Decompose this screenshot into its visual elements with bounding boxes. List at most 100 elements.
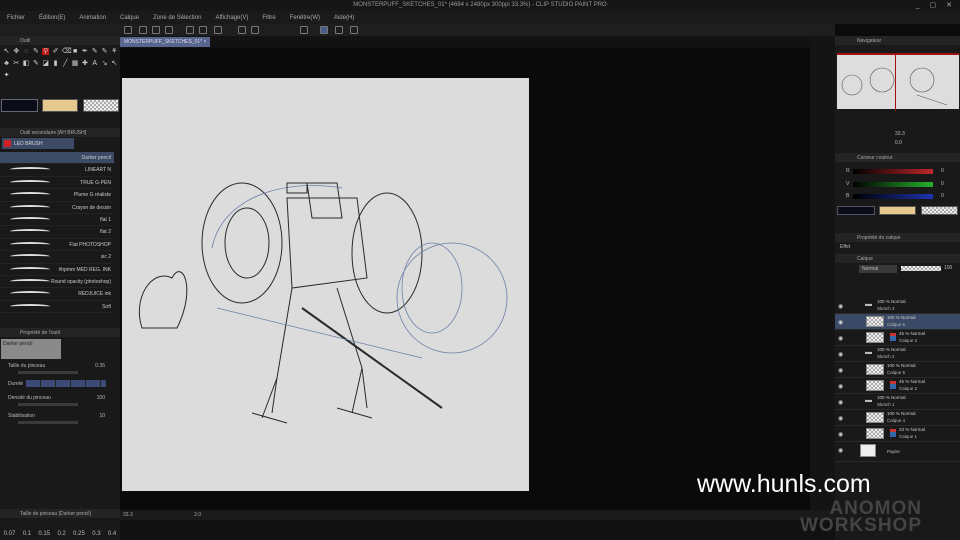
nav-zoom[interactable]: 33.3: [895, 131, 905, 137]
visibility-eye-icon[interactable]: ◉: [838, 415, 843, 422]
brush-size-preset[interactable]: 0.3: [92, 531, 100, 537]
panel-transparent-color[interactable]: [921, 206, 958, 215]
tool-icon[interactable]: ✎: [101, 48, 108, 55]
property-slider[interactable]: [26, 380, 106, 387]
tool-icon[interactable]: ✒: [81, 48, 88, 55]
menu-item[interactable]: Calque: [120, 15, 139, 21]
toolbar-icon[interactable]: [335, 26, 343, 34]
transparent-color-swatch[interactable]: [83, 99, 119, 112]
tool-icon[interactable]: ✚: [81, 60, 88, 67]
brush-size-preset[interactable]: 0.1: [23, 531, 31, 537]
angle-readout[interactable]: 2.0: [194, 512, 201, 518]
navigator-preview[interactable]: [837, 53, 959, 111]
tool-icon[interactable]: ╱: [62, 60, 69, 67]
vertical-scrollbar[interactable]: [810, 36, 835, 511]
visibility-eye-icon[interactable]: ◉: [838, 431, 843, 438]
brush-item[interactable]: flat 1: [0, 214, 114, 227]
brush-item[interactable]: LINEART N: [0, 164, 114, 177]
channel-value[interactable]: 0: [941, 193, 944, 199]
toolbar-icon[interactable]: [165, 26, 173, 34]
canvas-paper[interactable]: [122, 78, 529, 491]
tool-icon[interactable]: ♣: [3, 60, 10, 67]
brush-group-tab[interactable]: LED BRUSH: [2, 138, 74, 149]
layer-row[interactable]: ◉ 100 % Normal Calque 5: [835, 362, 960, 378]
toolbar-icon[interactable]: [238, 26, 246, 34]
panel-main-color[interactable]: [837, 206, 875, 215]
toolbar-icon[interactable]: [214, 26, 222, 34]
menu-item[interactable]: Animation: [79, 15, 106, 21]
toolbar-icon[interactable]: [152, 26, 160, 34]
property-value[interactable]: 0.35: [95, 363, 105, 369]
sub-color-swatch[interactable]: [42, 99, 78, 112]
menu-item[interactable]: Édition(E): [39, 15, 65, 21]
toolbar-icon[interactable]: [124, 26, 132, 34]
brush-item[interactable]: Flat PHOTOSHOP: [0, 239, 114, 252]
tool-icon[interactable]: A: [91, 60, 98, 67]
channel-value[interactable]: 0: [941, 168, 944, 174]
toolbar-icon[interactable]: [320, 26, 328, 34]
toolbar-icon[interactable]: [186, 26, 194, 34]
brush-item[interactable]: REDJUICE ink: [0, 288, 114, 301]
menu-item[interactable]: Affichage(V): [215, 15, 248, 21]
toolbar-icon[interactable]: [300, 26, 308, 34]
window-controls[interactable]: _ ▢ ✕: [916, 1, 956, 9]
brush-size-preset[interactable]: 0.2: [57, 531, 65, 537]
tool-icon[interactable]: ✂: [13, 60, 20, 67]
nav-angle[interactable]: 0.0: [895, 140, 902, 146]
tool-icon[interactable]: ■: [72, 48, 79, 55]
brush-item[interactable]: Plume G réaliste: [0, 189, 114, 202]
layer-row[interactable]: ◉ 100 % Normal Calque 4: [835, 410, 960, 426]
brush-item[interactable]: Crayon de dessin: [0, 202, 114, 214]
layer-row[interactable]: ◉ Papier: [835, 442, 960, 462]
visibility-eye-icon[interactable]: ◉: [838, 319, 843, 326]
tool-icon[interactable]: ✐: [52, 48, 59, 55]
brush-item[interactable]: #hpmm MED REG. INK: [0, 264, 114, 276]
zoom-readout[interactable]: 33.3: [123, 512, 133, 518]
visibility-eye-icon[interactable]: ◉: [838, 383, 843, 390]
layer-row[interactable]: ◉ 45 % Normal Calque 2: [835, 378, 960, 394]
tool-icon[interactable]: ▦: [72, 60, 79, 67]
menu-item[interactable]: Aide(H): [334, 15, 354, 21]
brush-item[interactable]: Soft: [0, 301, 114, 314]
panel-sub-color[interactable]: [879, 206, 916, 215]
tool-icon[interactable]: ↖: [3, 48, 10, 55]
tool-icon[interactable]: ◪: [42, 60, 49, 67]
channel-value[interactable]: 0: [941, 181, 944, 187]
brush-item[interactable]: flat 2: [0, 226, 114, 239]
toolbar-icon[interactable]: [251, 26, 259, 34]
property-slider[interactable]: [18, 371, 78, 374]
main-color-swatch[interactable]: [1, 99, 38, 112]
brush-size-preset[interactable]: 0.07: [4, 531, 16, 537]
tool-icon[interactable]: ✦: [3, 72, 10, 79]
tool-property-row[interactable]: Dureté: [8, 380, 113, 387]
tool-icon[interactable]: ◌: [23, 48, 30, 55]
toolbar-icon[interactable]: [350, 26, 358, 34]
layer-row[interactable]: ◉ 33 % Normal Calque 1: [835, 426, 960, 442]
layer-folder[interactable]: ◉ ▬ 100 % Normal Sketch 2: [835, 346, 960, 362]
channel-slider[interactable]: [853, 169, 933, 174]
tool-icon[interactable]: ⌫: [62, 48, 72, 55]
tool-icon[interactable]: ✎: [32, 60, 39, 67]
tool-icon[interactable]: ⚲: [42, 48, 50, 55]
tool-icon[interactable]: ✎: [91, 48, 98, 55]
layer-row[interactable]: ◉ 100 % Normal Calque 6: [835, 314, 960, 330]
layer-folder[interactable]: ◉ ▬ 100 % Normal Sketch 1: [835, 394, 960, 410]
blend-mode-select[interactable]: Normal: [859, 265, 897, 273]
brush-item[interactable]: Round opacity (photoshop): [0, 276, 114, 289]
tool-icon[interactable]: ✥: [13, 48, 20, 55]
property-value[interactable]: 10: [99, 413, 105, 419]
toolbar-icon[interactable]: [199, 26, 207, 34]
document-tab[interactable]: MONSTERPUFF_SKETCHES_01* ×: [120, 37, 211, 47]
brush-item[interactable]: TRUE G-PEN: [0, 177, 114, 190]
opacity-value[interactable]: 100: [944, 265, 952, 271]
visibility-eye-icon[interactable]: ◉: [838, 351, 843, 358]
opacity-slider[interactable]: [901, 266, 941, 271]
property-slider[interactable]: [18, 403, 78, 406]
menu-item[interactable]: Filtre: [262, 15, 275, 21]
menu-item[interactable]: Fenêtre(W): [290, 15, 320, 21]
tool-property-row[interactable]: Stabilisation 10: [8, 413, 113, 424]
tool-icon[interactable]: ✎: [32, 48, 39, 55]
tool-icon[interactable]: ↘: [101, 60, 108, 67]
brush-size-preset[interactable]: 0.25: [73, 531, 85, 537]
layer-row[interactable]: ◉ 45 % Normal Calque 3: [835, 330, 960, 346]
